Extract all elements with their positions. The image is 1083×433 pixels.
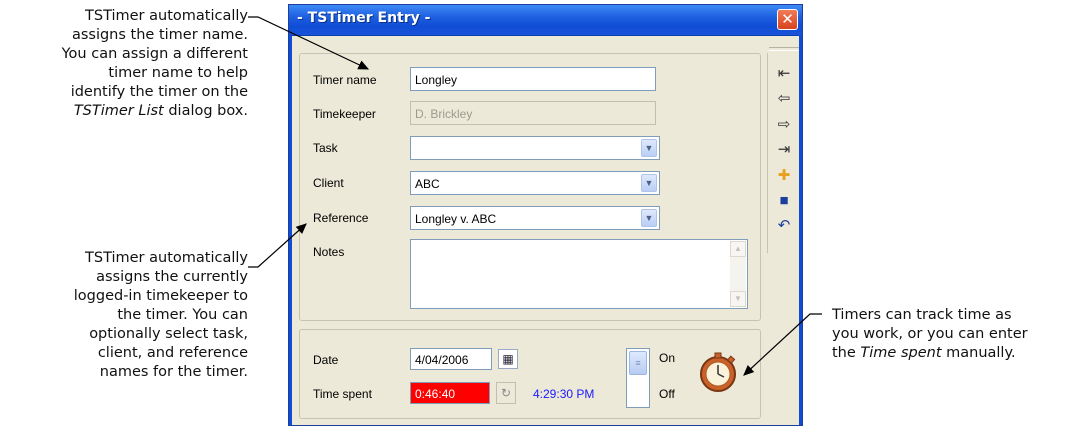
callout-line: logged-in timekeeper to <box>73 288 248 304</box>
calendar-icon[interactable]: ▦ <box>498 349 518 369</box>
notes-textarea[interactable]: ▲ ▼ <box>410 239 748 309</box>
last-record-icon[interactable]: ⇥ <box>773 139 795 161</box>
notes-scrollbar[interactable]: ▲ ▼ <box>730 241 746 307</box>
chevron-down-icon[interactable]: ▼ <box>641 174 657 192</box>
timing-panel <box>299 329 761 419</box>
window-title: - TSTimer Entry - <box>297 10 431 26</box>
add-record-icon[interactable]: ✚ <box>773 165 795 187</box>
scroll-down-icon[interactable]: ▼ <box>730 291 746 307</box>
callout-line: the timer. You can <box>117 307 248 323</box>
task-select[interactable]: ▼ <box>410 136 660 160</box>
timekeeper-input: D. Brickley <box>410 101 656 125</box>
close-button[interactable]: ✕ <box>777 9 798 30</box>
callout-line: timer name to help <box>108 65 248 81</box>
window-border-left <box>289 35 292 425</box>
window-border-right <box>799 35 802 425</box>
notes-label: Notes <box>313 245 345 259</box>
callout-line: the Time spent manually. <box>832 345 1016 361</box>
timer-name-label: Timer name <box>313 73 377 87</box>
date-label: Date <box>313 353 339 367</box>
callout-line: identify the timer on the <box>70 84 248 100</box>
reference-select[interactable]: Longley v. ABC ▼ <box>410 206 660 230</box>
toolbar-border <box>767 53 768 253</box>
callout-line: you work, or you can enter <box>832 326 1028 342</box>
task-label: Task <box>313 141 338 155</box>
chevron-down-icon[interactable]: ▼ <box>641 209 657 227</box>
callout-line: Timers can track time as <box>832 307 1012 323</box>
title-bar[interactable]: - TSTimer Entry - ✕ <box>289 5 802 36</box>
callout-line: assigns the timer name. <box>71 27 248 43</box>
recalculate-icon[interactable]: ↻ <box>496 382 516 404</box>
client-label: Client <box>313 176 344 190</box>
callout-line: client, and reference <box>97 345 248 361</box>
tstimer-entry-window: - TSTimer Entry - ✕ Timer name Longley T… <box>288 4 803 426</box>
timer-on-off-toggle[interactable]: ≡ <box>626 348 650 408</box>
callout-line: You can assign a different <box>61 46 248 62</box>
scroll-up-icon[interactable]: ▲ <box>730 241 746 257</box>
callout-timekeeper: TSTimer automatically assigns the curren… <box>74 249 248 382</box>
toolbar-separator <box>769 47 799 51</box>
reference-value: Longley v. ABC <box>415 212 497 226</box>
callout-time-spent: Timers can track time as you work, or yo… <box>832 306 1028 363</box>
toggle-thumb[interactable]: ≡ <box>629 351 647 375</box>
next-record-icon[interactable]: ⇨ <box>773 114 795 136</box>
callout-line: TSTimer automatically <box>85 8 248 24</box>
callout-line: TSTimer automatically <box>85 250 248 266</box>
date-input[interactable]: 4/04/2006 <box>410 348 492 370</box>
callout-line: names for the timer. <box>99 364 248 380</box>
callout-timer-name: TSTimer automatically assigns the timer … <box>62 7 248 121</box>
clock-time: 4:29:30 PM <box>533 387 595 401</box>
stopwatch-icon[interactable] <box>695 350 739 394</box>
callout-line: TSTimer List dialog box. <box>73 103 248 119</box>
callout-line: assigns the currently <box>96 269 248 285</box>
first-record-icon[interactable]: ⇤ <box>773 63 795 85</box>
toggle-off-label: Off <box>659 387 675 401</box>
chevron-down-icon[interactable]: ▼ <box>641 139 657 157</box>
time-spent-input[interactable]: 0:46:40 <box>410 382 490 404</box>
toggle-on-label: On <box>659 351 676 365</box>
client-select[interactable]: ABC ▼ <box>410 171 660 195</box>
time-spent-label: Time spent <box>313 387 372 401</box>
callout-line: optionally select task, <box>89 326 248 342</box>
timekeeper-label: Timekeeper <box>313 107 376 121</box>
undo-icon[interactable]: ↶ <box>773 215 795 237</box>
reference-label: Reference <box>313 211 369 225</box>
save-icon[interactable]: ■ <box>773 190 795 212</box>
previous-record-icon[interactable]: ⇦ <box>773 88 795 110</box>
timer-name-input[interactable]: Longley <box>410 67 656 91</box>
client-value: ABC <box>415 177 440 191</box>
